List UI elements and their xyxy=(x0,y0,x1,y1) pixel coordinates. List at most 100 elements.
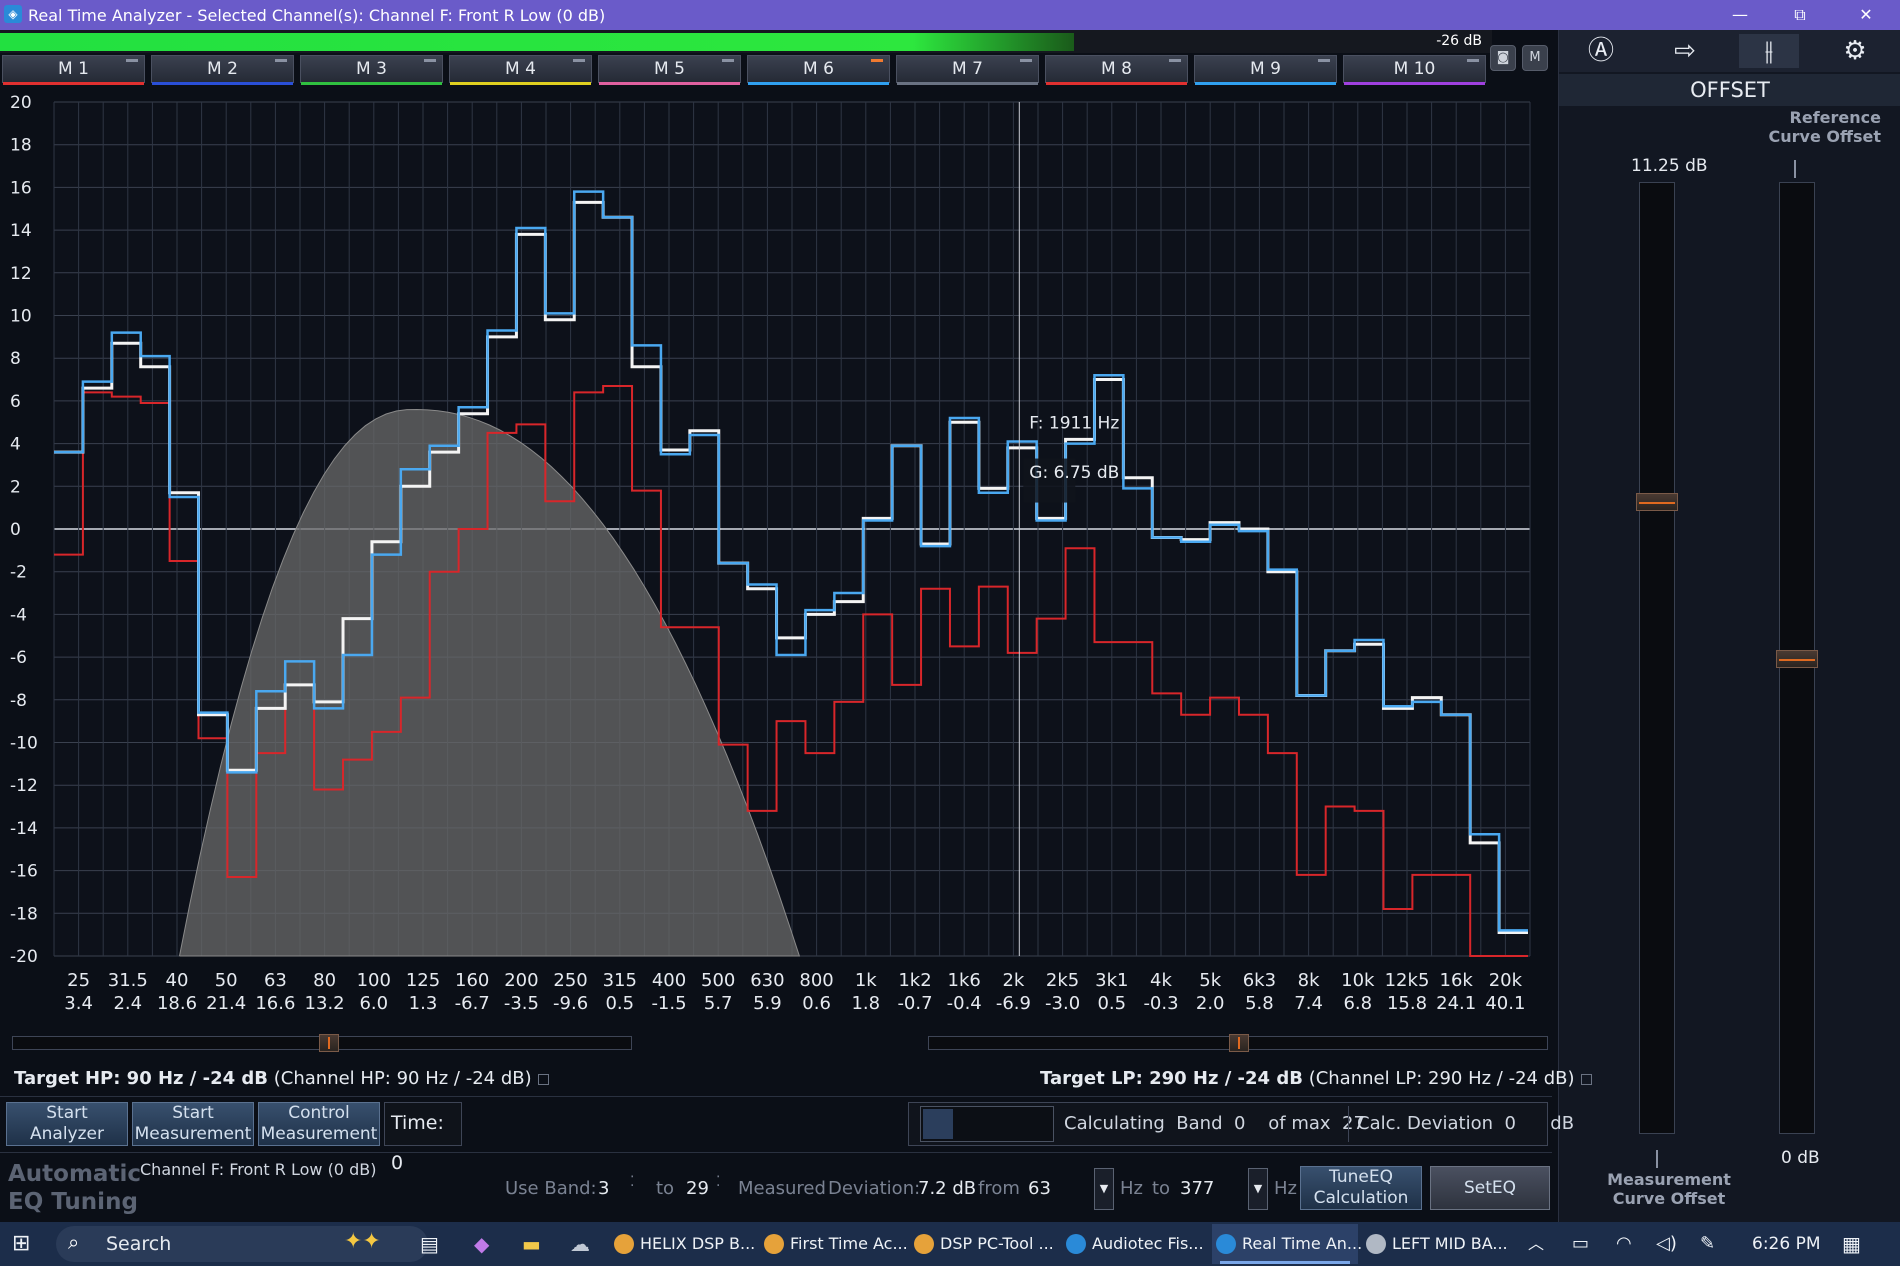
memory-tab-5[interactable]: M 5 xyxy=(598,55,741,85)
x-tick-value: 1.8 xyxy=(851,993,880,1014)
rta-graph[interactable]: 20181614121086420-2-4-6-8-10-12-14-16-18… xyxy=(0,88,1552,1018)
settings-gear-icon[interactable]: ⚙ xyxy=(1825,34,1885,68)
app-icon xyxy=(914,1234,934,1254)
close-button[interactable]: ✕ xyxy=(1836,0,1896,30)
memory-tab-label: M 3 xyxy=(356,59,387,79)
memory-tab-4[interactable]: M 4 xyxy=(449,55,592,85)
task-view-icon[interactable]: ▤ xyxy=(420,1222,439,1266)
window-title: Real Time Analyzer - Selected Channel(s)… xyxy=(28,6,606,25)
taskbar-app[interactable]: First Time Ac... xyxy=(760,1224,908,1264)
x-tick-label: 80 xyxy=(313,970,336,991)
start-measurement-button[interactable]: Start Measurement xyxy=(132,1102,254,1146)
to-hz-value[interactable]: 377 xyxy=(1180,1178,1214,1199)
control-measurement-button[interactable]: Control Measurement xyxy=(258,1102,380,1146)
memory-tab-9[interactable]: M 9 xyxy=(1194,55,1337,85)
x-tick-value: -1.5 xyxy=(651,993,686,1014)
hp-slider-thumb[interactable] xyxy=(319,1034,340,1052)
x-tick-label: 200 xyxy=(504,970,538,991)
x-tick-value: -6.9 xyxy=(996,993,1031,1014)
chevron-up-icon[interactable]: ︿ xyxy=(1528,1222,1544,1266)
memory-tab-marker xyxy=(126,59,138,62)
memory-tab-7[interactable]: M 7 xyxy=(896,55,1039,85)
widgets-icon[interactable]: ☁ xyxy=(570,1222,590,1266)
taskbar-app-label: Audiotec Fis... xyxy=(1092,1234,1204,1253)
minimize-button[interactable]: — xyxy=(1710,0,1770,30)
level-meter: -26 dB xyxy=(0,30,1492,53)
popout-icon[interactable] xyxy=(1580,1073,1592,1085)
measurement-offset-label: Measurement Curve Offset xyxy=(1607,1170,1731,1208)
x-tick-value: 15.8 xyxy=(1387,993,1427,1014)
camera-icon[interactable]: ◙ xyxy=(1490,45,1516,71)
tune-eq-calculation-button[interactable]: TuneEQ Calculation xyxy=(1300,1166,1422,1210)
lp-slider[interactable] xyxy=(928,1034,1548,1052)
measurement-offset-thumb[interactable] xyxy=(1636,492,1678,511)
y-tick-label: 12 xyxy=(10,264,32,284)
start-analyzer-button[interactable]: Start Analyzer xyxy=(6,1102,128,1146)
hp-slider[interactable] xyxy=(12,1034,632,1052)
x-tick-value: -9.6 xyxy=(553,993,588,1014)
memory-tab-color xyxy=(3,82,144,85)
from-value[interactable]: 63 xyxy=(1028,1178,1051,1199)
battery-icon[interactable]: ▭ xyxy=(1572,1222,1589,1266)
taskbar-app[interactable]: Audiotec Fis... xyxy=(1062,1224,1208,1264)
y-tick-label: -20 xyxy=(10,947,38,967)
reference-offset-thumb[interactable] xyxy=(1776,650,1818,668)
calc-status-text: Calculating Band 0 of max 27 xyxy=(1064,1113,1365,1134)
auto-a-icon[interactable]: Ⓐ xyxy=(1571,34,1631,68)
from-hz-dropdown[interactable]: ▼ xyxy=(1094,1168,1114,1210)
y-tick-label: 18 xyxy=(10,136,32,156)
maximize-button[interactable]: ⧉ xyxy=(1770,0,1830,30)
x-tick-label: 1k xyxy=(855,970,877,991)
x-tick-value: 13.2 xyxy=(305,993,345,1014)
sliders-icon[interactable]: ⫲ xyxy=(1739,34,1799,68)
taskbar-app[interactable]: Real Time An... xyxy=(1212,1224,1362,1264)
title-bar: ◈ Real Time Analyzer - Selected Channel(… xyxy=(0,0,1900,30)
clock[interactable]: 6:26 PM xyxy=(1752,1222,1821,1266)
use-band-from-spinner[interactable]: ⁚ xyxy=(630,1174,634,1190)
taskbar-app[interactable]: LEFT MID BA... xyxy=(1362,1224,1508,1264)
windows-start-icon[interactable]: ⊞ xyxy=(12,1222,30,1266)
notification-icon[interactable]: ▦ xyxy=(1842,1222,1861,1266)
app-icon xyxy=(764,1234,784,1254)
measurement-offset-slider[interactable] xyxy=(1636,182,1678,1134)
taskbar-app[interactable]: DSP PC-Tool ... xyxy=(910,1224,1056,1264)
file-explorer-icon[interactable]: ▬ xyxy=(522,1222,541,1266)
wifi-icon[interactable]: ◠ xyxy=(1616,1222,1632,1266)
app-icon xyxy=(1066,1234,1086,1254)
memory-tab-10[interactable]: M 10 xyxy=(1343,55,1486,85)
y-tick-label: 10 xyxy=(10,307,32,327)
pen-icon[interactable]: ✎ xyxy=(1700,1222,1715,1266)
x-tick-label: 630 xyxy=(750,970,784,991)
memory-tab-label: M 6 xyxy=(803,59,834,79)
copilot-icon[interactable]: ◆ xyxy=(474,1222,489,1266)
memory-tab-1[interactable]: M 1 xyxy=(2,55,145,85)
memory-lock-icon[interactable]: M xyxy=(1522,45,1548,71)
app-icon xyxy=(1216,1234,1236,1254)
x-tick-value: 5.7 xyxy=(704,993,733,1014)
cursor-gain: G: 6.75 dB xyxy=(1029,463,1119,483)
volume-icon[interactable]: ◁) xyxy=(1656,1222,1677,1266)
taskbar-app-label: DSP PC-Tool ... xyxy=(940,1234,1054,1253)
export-icon[interactable]: ⇨ xyxy=(1655,34,1715,68)
use-band-from[interactable]: 3 xyxy=(598,1178,609,1199)
memory-tab-2[interactable]: M 2 xyxy=(151,55,294,85)
reference-offset-slider[interactable] xyxy=(1776,182,1818,1134)
to-hz-dropdown[interactable]: ▼ xyxy=(1248,1168,1268,1210)
x-tick-value: 40.1 xyxy=(1485,993,1525,1014)
memory-tab-3[interactable]: M 3 xyxy=(300,55,443,85)
use-band-to-spinner[interactable]: ⁚ xyxy=(716,1174,720,1190)
memory-tab-label: M 4 xyxy=(505,59,536,79)
search-box[interactable]: ⌕ Search ✦✦ xyxy=(56,1226,428,1262)
x-tick-label: 12k5 xyxy=(1385,970,1430,991)
taskbar-app[interactable]: HELIX DSP B... xyxy=(610,1224,756,1264)
x-tick-value: 3.4 xyxy=(64,993,93,1014)
lp-slider-thumb[interactable] xyxy=(1229,1034,1249,1052)
memory-tab-color xyxy=(301,82,442,85)
popout-icon[interactable] xyxy=(537,1073,549,1085)
target-lp: Target LP: 290 Hz / -24 dB (Channel LP: … xyxy=(1040,1068,1592,1089)
x-tick-value: -6.7 xyxy=(455,993,490,1014)
memory-tab-6[interactable]: M 6 xyxy=(747,55,890,85)
use-band-to[interactable]: 29 xyxy=(686,1178,709,1199)
set-eq-button[interactable]: SetEQ xyxy=(1430,1166,1550,1210)
memory-tab-8[interactable]: M 8 xyxy=(1045,55,1188,85)
